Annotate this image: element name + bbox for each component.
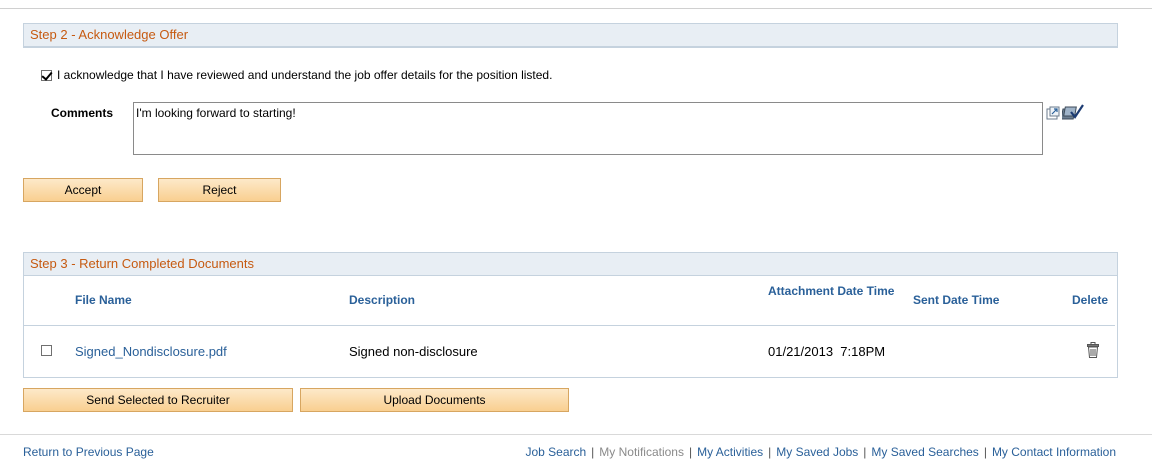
my-activities-link[interactable]: My Activities <box>697 445 763 459</box>
footer-separator: | <box>688 445 693 459</box>
upload-documents-button[interactable]: Upload Documents <box>300 388 569 412</box>
footer-separator: | <box>591 445 595 459</box>
footer-nav: Job Search | My Notifications | My Activ… <box>525 445 1116 459</box>
acknowledge-text: I acknowledge that I have reviewed and u… <box>57 68 553 82</box>
column-header-attachment-date-time[interactable]: Attachment Date Time <box>768 284 898 299</box>
step2-section: Step 2 - Acknowledge Offer <box>23 23 1118 48</box>
step2-header: Step 2 - Acknowledge Offer <box>24 24 1117 47</box>
row-select-checkbox[interactable] <box>41 345 52 356</box>
table-header-divider <box>24 325 1115 326</box>
row-description: Signed non-disclosure <box>349 344 478 359</box>
top-border <box>0 8 1152 9</box>
footer-separator: | <box>863 445 867 459</box>
step3-header: Step 3 - Return Completed Documents <box>24 253 1117 276</box>
my-saved-jobs-link[interactable]: My Saved Jobs <box>776 445 858 459</box>
my-contact-information-link[interactable]: My Contact Information <box>992 445 1116 459</box>
trash-icon[interactable] <box>1087 342 1099 358</box>
column-header-delete: Delete <box>1072 293 1109 307</box>
comments-label: Comments <box>51 106 114 120</box>
accept-button[interactable]: Accept <box>23 178 143 202</box>
step3-section: Step 3 - Return Completed Documents <box>23 252 1118 378</box>
footer-divider <box>0 434 1152 435</box>
spell-check-icon[interactable] <box>1062 103 1084 121</box>
acknowledge-row: I acknowledge that I have reviewed and u… <box>41 67 552 83</box>
footer-separator: | <box>768 445 772 459</box>
send-to-recruiter-button[interactable]: Send Selected to Recruiter <box>23 388 293 412</box>
column-header-file-name[interactable]: File Name <box>75 293 132 307</box>
footer-separator: | <box>983 445 987 459</box>
reject-button[interactable]: Reject <box>158 178 281 202</box>
my-saved-searches-link[interactable]: My Saved Searches <box>871 445 978 459</box>
column-header-sent-date-time[interactable]: Sent Date Time <box>913 293 999 307</box>
acknowledge-checkbox[interactable] <box>41 69 52 81</box>
row-attachment-date: 01/21/2013 7:18PM <box>768 344 886 359</box>
file-name-link[interactable]: Signed_Nondisclosure.pdf <box>75 344 227 359</box>
return-to-previous-link[interactable]: Return to Previous Page <box>23 445 154 459</box>
my-notifications-link: My Notifications <box>599 445 684 459</box>
expand-icon[interactable] <box>1046 106 1060 120</box>
column-header-description[interactable]: Description <box>349 293 415 307</box>
comments-field[interactable]: I'm looking forward to starting! <box>133 102 1043 155</box>
job-search-link[interactable]: Job Search <box>525 445 586 459</box>
